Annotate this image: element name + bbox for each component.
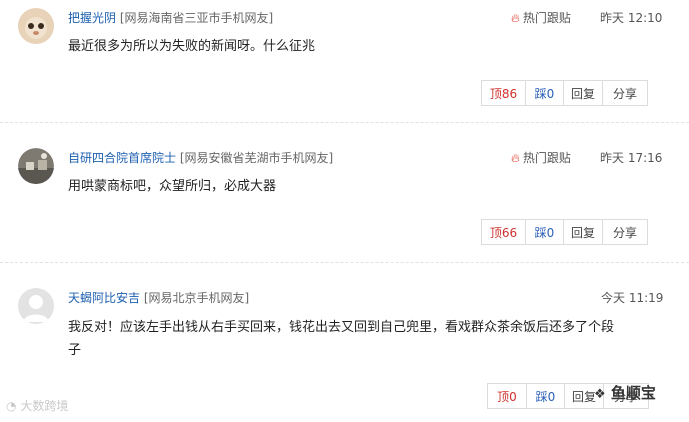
watermark-left: ◔ 大数跨境 [6, 397, 68, 414]
comment-meta: 把握光阴 [网易海南省三亚市手机网友] [68, 10, 273, 26]
comment-time: 昨天 17:16 [600, 151, 663, 165]
avatar[interactable] [18, 8, 54, 44]
user-location: [网易北京手机网友] [143, 291, 250, 305]
comment-text: 用哄蒙商标吧，众望所归，必成大器 [68, 179, 277, 194]
user-location: [网易安徽省芜湖市手机网友] [179, 151, 334, 165]
divider [0, 262, 689, 263]
divider [0, 122, 689, 123]
avatar[interactable] [18, 148, 54, 184]
downvote-button[interactable]: 踩0 [526, 383, 565, 409]
comment-time: 昨天 12:10 [600, 11, 663, 25]
comment-actions: 顶86 踩0 回复 分享 [481, 80, 648, 106]
watermark-left-text: 大数跨境 [20, 399, 69, 413]
comment-time: 今天 11:19 [601, 291, 664, 305]
watermark-right-text: 鱼顺宝 [610, 384, 656, 402]
flame-icon: 🔥︎ [511, 151, 520, 165]
camera-icon: ◔ [6, 399, 17, 413]
comment-text: 我反对！应该左手出钱从右手买回来，钱花出去又回到自己兜里，看戏群众茶余饭后还多了… [68, 316, 614, 362]
wechat-icon: ❖ [594, 387, 606, 402]
comment-text-line: 我反对！应该左手出钱从右手买回来，钱花出去又回到自己兜里，看戏群众茶余饭后还多了… [68, 320, 615, 335]
comment-meta: 自研四合院首席院士 [网易安徽省芜湖市手机网友] [68, 150, 333, 166]
upvote-button[interactable]: 顶86 [481, 80, 526, 106]
username-link[interactable]: 把握光阴 [68, 11, 116, 25]
flame-icon: 🔥︎ [511, 11, 520, 25]
hot-comment-label: 热门跟贴 [522, 11, 571, 25]
downvote-button[interactable]: 踩0 [525, 80, 564, 106]
upvote-button[interactable]: 顶66 [481, 219, 526, 245]
hot-comment-badge: 🔥︎ 热门跟贴 [511, 10, 571, 26]
user-location: [网易海南省三亚市手机网友] [119, 11, 274, 25]
avatar[interactable] [18, 288, 54, 324]
downvote-button[interactable]: 踩0 [525, 219, 564, 245]
comment-text-line: 子 [68, 343, 82, 358]
reply-button[interactable]: 回复 [563, 80, 603, 106]
username-link[interactable]: 自研四合院首席院士 [68, 151, 176, 165]
comment-meta: 天蝎阿比安吉 [网易北京手机网友] [68, 290, 249, 306]
share-button[interactable]: 分享 [602, 219, 648, 245]
share-button[interactable]: 分享 [602, 80, 648, 106]
hot-comment-badge: 🔥︎ 热门跟贴 [511, 150, 571, 166]
upvote-button[interactable]: 顶0 [487, 383, 527, 409]
comment-actions: 顶66 踩0 回复 分享 [481, 219, 648, 245]
reply-button[interactable]: 回复 [563, 219, 603, 245]
watermark-right: ❖ 鱼顺宝 [594, 382, 656, 403]
comment-text: 最近很多为所以为失败的新闻呀。什么征兆 [68, 39, 316, 54]
username-link[interactable]: 天蝎阿比安吉 [68, 291, 140, 305]
hot-comment-label: 热门跟贴 [522, 151, 571, 165]
